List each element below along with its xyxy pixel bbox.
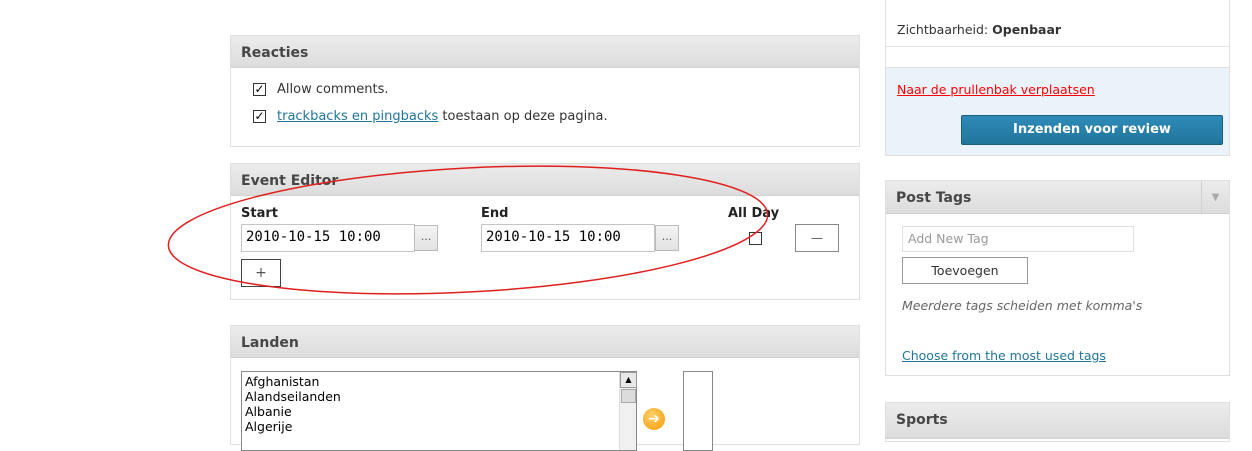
countries-listbox[interactable]: Afghanistan Alandseilanden Albanie Alger… — [241, 371, 637, 451]
publish-box: Zichtbaarheid: Openbaar Naar de prullenb… — [885, 0, 1230, 156]
sports-title: Sports — [886, 403, 1229, 439]
reacties-title: Reacties — [231, 36, 859, 68]
country-option[interactable]: Algerije — [245, 419, 633, 434]
annotation-ellipse — [167, 165, 769, 295]
add-tag-button[interactable]: Toevoegen — [902, 257, 1028, 284]
post-tags-title: Post Tags — [886, 181, 1229, 214]
most-used-tags-link[interactable]: Choose from the most used tags — [902, 348, 1106, 363]
sports-box: Sports — [885, 402, 1230, 442]
country-option[interactable]: Alandseilanden — [245, 389, 633, 404]
scroll-up-arrow[interactable]: ▲ — [620, 372, 637, 388]
trackbacks-row: trackbacks en pingbacks toestaan op deze… — [277, 109, 608, 124]
visibility-value: Openbaar — [992, 22, 1062, 37]
trackbacks-link[interactable]: trackbacks en pingbacks — [277, 109, 438, 124]
reacties-box: Reacties ✓ Allow comments. ✓ trackbacks … — [230, 35, 860, 147]
remove-event-button[interactable]: — — [795, 224, 839, 252]
publish-divider — [886, 46, 1229, 47]
visibility-row: Zichtbaarheid: Openbaar — [897, 22, 1061, 37]
listbox-scrollbar[interactable]: ▲ — [619, 372, 637, 450]
allow-comments-label: Allow comments. — [277, 82, 389, 97]
visibility-label: Zichtbaarheid: — [897, 22, 989, 37]
scroll-thumb[interactable] — [621, 389, 636, 403]
submit-review-button[interactable]: Inzenden voor review — [961, 115, 1223, 145]
tags-hint: Meerdere tags scheiden met komma's — [902, 298, 1143, 313]
country-option[interactable]: Afghanistan — [245, 374, 633, 389]
country-option[interactable]: Albanie — [245, 404, 633, 419]
post-tags-box: Post Tags ▼ Add New Tag Toevoegen Meerde… — [885, 180, 1230, 376]
landen-title: Landen — [231, 326, 859, 358]
new-tag-input[interactable]: Add New Tag — [902, 226, 1134, 252]
trash-link[interactable]: Naar de prullenbak verplaatsen — [897, 82, 1095, 97]
collapse-toggle-icon[interactable]: ▼ — [1201, 181, 1229, 214]
landen-box: Landen Afghanistan Alandseilanden Albani… — [230, 325, 860, 451]
trackbacks-checkbox[interactable]: ✓ — [253, 110, 266, 123]
allow-comments-checkbox[interactable]: ✓ — [253, 83, 266, 96]
selected-countries-listbox[interactable] — [683, 371, 713, 451]
move-right-arrow-icon[interactable]: ➔ — [643, 408, 665, 430]
annotation-ellipse-shape — [167, 165, 769, 295]
trackbacks-text: toestaan op deze pagina. — [438, 109, 608, 124]
